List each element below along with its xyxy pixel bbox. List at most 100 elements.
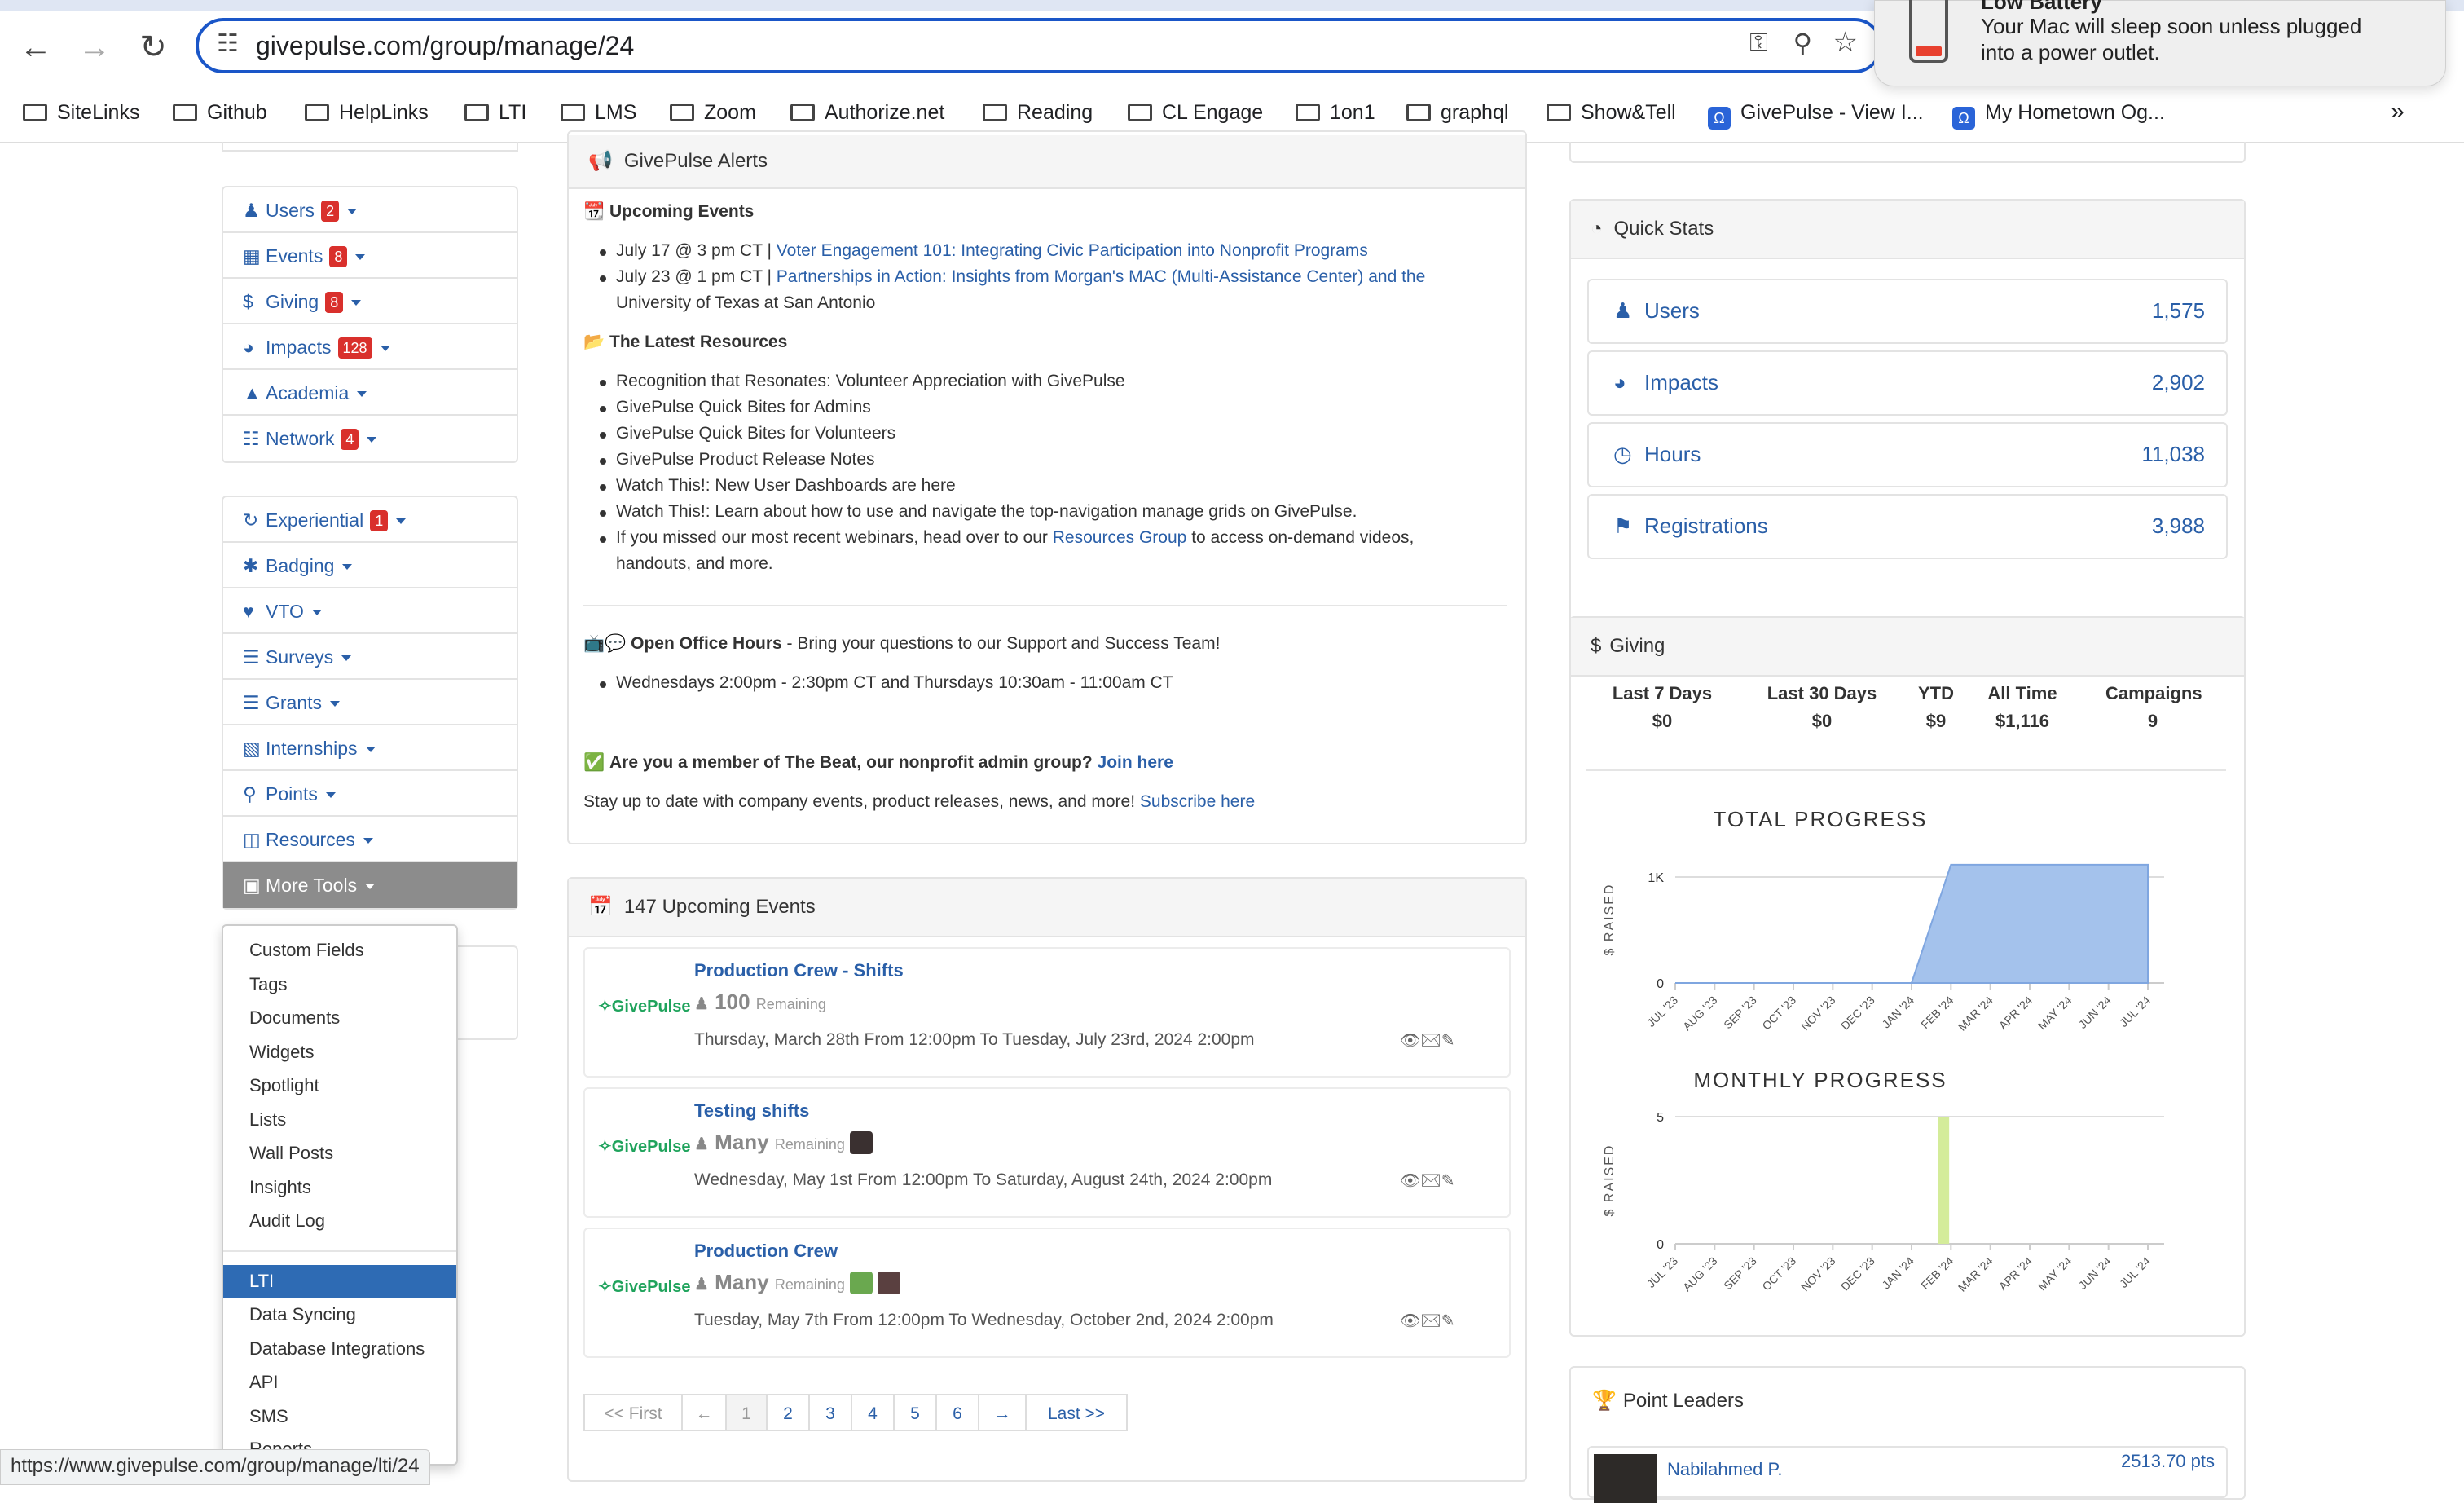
sidebar-item-badging[interactable]: ✱ Badging [223,543,517,588]
menu-item-lists[interactable]: Lists [223,1104,456,1136]
bookmark-lms[interactable]: LMS [561,101,636,125]
event-title-link[interactable]: Production Crew [694,1241,838,1262]
bookmark-lti[interactable]: LTI [464,101,526,125]
bookmark-my-hometown[interactable]: Ω My Hometown Og... [1952,101,2165,130]
forward-arrow-icon[interactable]: → [70,23,119,72]
zoom-icon[interactable]: ⚲ [1793,28,1812,59]
pagination-page-2[interactable]: 2 [766,1394,810,1431]
pagination-page-4[interactable]: 4 [851,1394,895,1431]
sidebar-item-network[interactable]: ☷ Network 4 [223,416,517,461]
key-icon[interactable]: ⚿ [1749,29,1768,57]
leader-name[interactable]: Nabilahmed P. [1667,1459,1782,1480]
bookmark-sitelinks[interactable]: SiteLinks [23,101,139,125]
pagination-prev[interactable]: ← [681,1394,727,1431]
envelope-icon[interactable]: ✉ [1420,1172,1441,1190]
resource-link-2[interactable]: GivePulse Quick Bites for Admins [616,398,871,417]
eye-icon[interactable]: 👁 [1400,1032,1420,1050]
pagination-page-3[interactable]: 3 [808,1394,852,1431]
sidebar-item-academia[interactable]: ▲ Academia [223,370,517,416]
sidebar-item-users[interactable]: ♟ Users 2 [223,187,517,233]
url-text[interactable]: givepulse.com/group/manage/24 [256,31,634,61]
leader-row[interactable]: Nabilahmed P. 2513.70 pts [1587,1446,2228,1503]
sidebar-item-impacts[interactable]: ◕ Impacts 128 [223,324,517,370]
eye-icon[interactable]: 👁 [1400,1312,1420,1330]
subscribe-here-link[interactable]: Subscribe here [1140,792,1255,811]
sidebar-item-surveys[interactable]: ☰ Surveys [223,634,517,680]
menu-item-data-syncing[interactable]: Data Syncing [223,1298,456,1331]
sidebar-item-resources[interactable]: ◫ Resources [223,817,517,862]
edit-icon[interactable]: ✎ [1441,1172,1455,1190]
site-settings-icon[interactable]: ☷ [217,29,239,58]
menu-item-tags[interactable]: Tags [223,968,456,1001]
join-here-link[interactable]: Join here [1098,753,1173,772]
bookmark-givepulse-view[interactable]: Ω GivePulse - View I... [1708,101,1924,130]
event-title-link[interactable]: Production Crew - Shifts [694,960,904,981]
bookmark-graphql[interactable]: graphql [1406,101,1508,125]
upcoming-event-2-link[interactable]: Partnerships in Action: Insights from Mo… [777,267,1426,286]
stat-registrations[interactable]: ⚑ Registrations 3,988 [1587,494,2228,559]
menu-item-api[interactable]: API [223,1366,456,1399]
menu-item-audit-log[interactable]: Audit Log [223,1205,456,1237]
sidebar-item-events[interactable]: ▦ Events 8 [223,233,517,279]
back-arrow-icon[interactable]: ← [11,23,60,72]
upcoming-event-2-link-cont[interactable]: University of Texas at San Antonio [616,293,875,313]
event-card[interactable]: ✧GivePulse Production Crew ♟ Many Remain… [583,1228,1511,1358]
bookmark-github[interactable]: Github [173,101,267,125]
pagination-page-6[interactable]: 6 [935,1394,979,1431]
address-bar[interactable]: ☷ givepulse.com/group/manage/24 ⚿ ⚲ ☆ [196,18,1882,73]
resource-link-1[interactable]: Recognition that Resonates: Volunteer Ap… [616,372,1125,391]
bookmark-1on1[interactable]: 1on1 [1296,101,1375,125]
pagination-page-5[interactable]: 5 [893,1394,937,1431]
avatar[interactable] [849,1131,873,1154]
bookmark-show-tell[interactable]: Show&Tell [1547,101,1676,125]
envelope-icon[interactable]: ✉ [1420,1032,1441,1050]
resources-group-link[interactable]: Resources Group [1053,528,1187,547]
stat-hours[interactable]: ◷ Hours 11,038 [1587,422,2228,487]
event-card[interactable]: ✧GivePulse Testing shifts ♟ Many Remaini… [583,1087,1511,1218]
bookmark-helplinks[interactable]: HelpLinks [305,101,429,125]
menu-item-widgets[interactable]: Widgets [223,1036,456,1069]
resource-link-6[interactable]: Watch This!: Learn about how to use and … [616,502,1357,522]
bookmark-authorize[interactable]: Authorize.net [790,101,944,125]
office-hours-link[interactable]: Wednesdays 2:00pm - 2:30pm CT and Thursd… [616,673,1173,693]
resource-link-3[interactable]: GivePulse Quick Bites for Volunteers [616,424,895,443]
menu-item-database-integrations[interactable]: Database Integrations [223,1333,456,1365]
avatar[interactable] [849,1272,873,1294]
menu-item-insights[interactable]: Insights [223,1171,456,1204]
menu-item-wall-posts[interactable]: Wall Posts [223,1137,456,1170]
sidebar-item-vto[interactable]: ♥ VTO [223,588,517,634]
bookmark-star-icon[interactable]: ☆ [1833,26,1858,59]
sidebar-item-more-tools[interactable]: ▣ More Tools [223,862,517,908]
resource-link-5[interactable]: Watch This!: New User Dashboards are her… [616,476,956,496]
event-card[interactable]: ✧GivePulse Production Crew - Shifts ♟ 10… [583,947,1511,1078]
sidebar-item-experiential[interactable]: ↻ Experiential 1 [223,497,517,543]
sidebar-item-points[interactable]: ⚲ Points [223,771,517,817]
pagination-first[interactable]: << First [583,1394,683,1431]
pagination-last[interactable]: Last >> [1025,1394,1128,1431]
menu-item-lti[interactable]: LTI [223,1265,456,1298]
avatar[interactable] [877,1272,900,1294]
bookmark-reading[interactable]: Reading [983,101,1093,125]
reload-icon[interactable]: ↻ [129,23,178,72]
sidebar-item-giving[interactable]: $ Giving 8 [223,279,517,324]
bookmark-zoom[interactable]: Zoom [670,101,756,125]
edit-icon[interactable]: ✎ [1441,1032,1455,1050]
edit-icon[interactable]: ✎ [1441,1312,1455,1330]
bookmark-cl-engage[interactable]: CL Engage [1128,101,1263,125]
sidebar-item-grants[interactable]: ☰ Grants [223,680,517,725]
menu-item-custom-fields[interactable]: Custom Fields [223,934,456,967]
upcoming-event-1-link[interactable]: Voter Engagement 101: Integrating Civic … [777,241,1368,260]
stat-users[interactable]: ♟ Users 1,575 [1587,279,2228,344]
more-bookmarks-chevron-icon[interactable]: » [2391,98,2405,126]
low-battery-notification[interactable]: Low Battery Your Mac will sleep soon unl… [1874,0,2446,86]
envelope-icon[interactable]: ✉ [1420,1312,1441,1330]
pagination-page-1[interactable]: 1 [725,1394,768,1431]
pagination-next[interactable]: → [978,1394,1027,1431]
event-title-link[interactable]: Testing shifts [694,1100,809,1122]
menu-item-sms[interactable]: SMS [223,1400,456,1433]
resource-link-4[interactable]: GivePulse Product Release Notes [616,450,875,469]
menu-item-documents[interactable]: Documents [223,1002,456,1034]
menu-item-spotlight[interactable]: Spotlight [223,1069,456,1102]
sidebar-item-internships[interactable]: ▧ Internships [223,725,517,771]
eye-icon[interactable]: 👁 [1400,1172,1420,1190]
